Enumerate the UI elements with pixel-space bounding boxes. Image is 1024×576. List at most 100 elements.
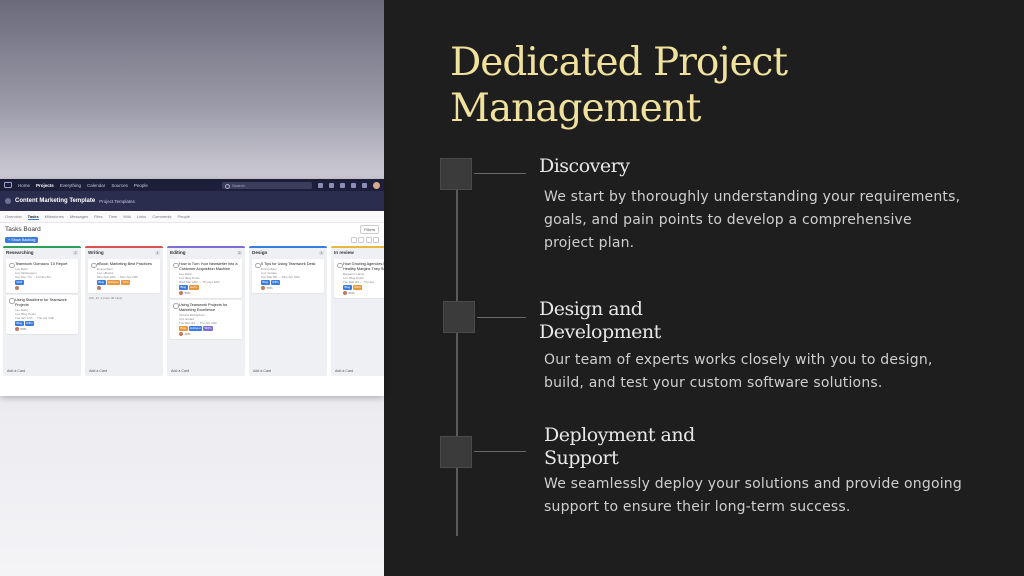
step-title-discovery: Discovery bbox=[539, 155, 630, 177]
task-tag[interactable]: WIPo bbox=[270, 280, 281, 285]
app-screenshot: Home Projects Everything Calendar Source… bbox=[0, 179, 384, 396]
timeline-connector bbox=[474, 451, 526, 452]
left-panel: Home Projects Everything Calendar Source… bbox=[0, 0, 384, 576]
add-card-button[interactable]: Add a Card bbox=[171, 369, 189, 373]
project-bar: Content Marketing Template Project Templ… bbox=[0, 191, 384, 211]
tab-overview[interactable]: Overview bbox=[5, 214, 22, 219]
board-column: In review1 How Growing Agencies Maintain … bbox=[331, 246, 384, 376]
task-footer bbox=[9, 285, 75, 290]
board-column: Design 1 5 Tips for Using Teamwork Desk Em… bbox=[249, 246, 327, 376]
tab-messages[interactable]: Messages bbox=[70, 214, 88, 219]
add-card-button[interactable]: Add a Card bbox=[253, 369, 271, 373]
timeline-line bbox=[456, 158, 458, 536]
bell-icon[interactable] bbox=[351, 182, 356, 188]
column-count-badge: 1 bbox=[319, 250, 324, 255]
task-tag[interactable]: WIPo bbox=[24, 320, 35, 326]
top-nav: Home Projects Everything Calendar Source… bbox=[0, 179, 384, 191]
more-icon[interactable] bbox=[373, 236, 379, 243]
column-header: Writing 1 bbox=[85, 248, 163, 257]
task-tag[interactable]: Blog bbox=[261, 280, 270, 285]
task-dates: Sun Dec 7th → Fri Nov 8th bbox=[15, 275, 51, 279]
task-title[interactable]: How to Turn Your Newsletter into a Custo… bbox=[173, 262, 239, 272]
add-card-button[interactable]: Add a Card bbox=[335, 369, 353, 373]
task-dates: Wed Mar 18th → Thu Apr 18th bbox=[179, 280, 220, 284]
folder-icon[interactable] bbox=[329, 182, 334, 188]
grid-icon[interactable] bbox=[362, 182, 367, 188]
task-card[interactable]: Using Teamwork Projects for Marketing Ex… bbox=[170, 299, 242, 339]
task-title[interactable]: eBook: Marketing Best Practices bbox=[91, 262, 157, 269]
column-name: Editing bbox=[170, 250, 186, 255]
task-tag[interactable]: Blog bbox=[15, 320, 24, 326]
tab-people[interactable]: People bbox=[178, 214, 190, 219]
task-progress: 70% bbox=[266, 285, 273, 290]
task-card[interactable]: Using Stackform for Teamwork Projects Le… bbox=[6, 294, 78, 334]
tab-time[interactable]: Time bbox=[109, 214, 118, 219]
assignee-avatar bbox=[15, 285, 19, 290]
task-card[interactable]: Teamwork Gomacro '10 Report Lee Rahn Lis… bbox=[6, 259, 78, 293]
show-backlog-button[interactable]: + Show Backlog bbox=[5, 236, 39, 243]
column-count-badge: 2 bbox=[237, 250, 242, 255]
page-title: Dedicated Project Management bbox=[450, 40, 850, 132]
nav-sources[interactable]: Sources bbox=[111, 183, 128, 188]
task-tag[interactable]: Blog bbox=[343, 285, 352, 290]
task-title[interactable]: Using Stackform for Teamwork Projects bbox=[9, 298, 75, 308]
project-subtitle[interactable]: Project Templates bbox=[99, 199, 135, 204]
nav-calendar[interactable]: Calendar bbox=[87, 183, 105, 188]
assignee-avatar bbox=[97, 285, 101, 290]
task-tag[interactable]: WIPo bbox=[352, 285, 363, 290]
task-title[interactable]: Teamwork Gomacro '10 Report bbox=[9, 262, 75, 269]
task-dates: Tue Jan 17th → Thu Apr 24th bbox=[15, 315, 55, 320]
task-progress: 10% bbox=[184, 331, 191, 336]
tab-comments[interactable]: Comments bbox=[152, 214, 171, 219]
board-title: Tasks Board bbox=[5, 225, 41, 233]
task-footer: 10% bbox=[173, 331, 239, 336]
add-card-button[interactable]: Add a Card bbox=[89, 369, 107, 373]
tab-wiki[interactable]: Wiki bbox=[123, 214, 131, 219]
task-footer: 60% bbox=[9, 326, 75, 331]
column-count-badge: 1 bbox=[155, 250, 160, 255]
filters-button[interactable]: Filters bbox=[360, 224, 379, 234]
search-input[interactable]: Search bbox=[222, 181, 312, 189]
board-header: Tasks Board Filters bbox=[0, 223, 384, 235]
task-progress: 60% bbox=[20, 326, 27, 331]
task-tag[interactable]: Blog bbox=[179, 325, 188, 331]
tab-milestones[interactable]: Milestones bbox=[45, 214, 64, 219]
step-title-design-line1: Design and bbox=[539, 298, 643, 320]
column-name: Researching bbox=[6, 250, 34, 255]
tab-files[interactable]: Files bbox=[94, 214, 102, 219]
list-view-icon[interactable] bbox=[350, 236, 357, 243]
nav-home[interactable]: Home bbox=[18, 183, 30, 188]
timeline-connector bbox=[477, 317, 526, 318]
assignee-avatar bbox=[343, 290, 347, 295]
task-card[interactable]: eBook: Marketing Best Practices Emma Bae… bbox=[88, 259, 160, 293]
task-tag[interactable]: Hubspot bbox=[188, 325, 203, 331]
user-avatar[interactable] bbox=[373, 181, 380, 189]
tab-links[interactable]: Links bbox=[137, 214, 146, 219]
settings-icon[interactable] bbox=[365, 236, 372, 243]
task-card[interactable]: How to Turn Your Newsletter into a Custo… bbox=[170, 259, 242, 298]
task-tag[interactable]: Hubspot bbox=[106, 280, 121, 285]
assignee-avatar bbox=[15, 326, 19, 331]
task-tag[interactable]: Blog bbox=[179, 285, 188, 290]
task-title[interactable]: How Growing Agencies Maintain Healthy Ma… bbox=[337, 262, 384, 272]
add-card-button[interactable]: Add a Card bbox=[7, 369, 25, 373]
timer-icon[interactable] bbox=[340, 182, 345, 188]
step-body-design: Our team of experts works closely with y… bbox=[544, 352, 933, 391]
task-tag[interactable]: TiTle bbox=[121, 280, 131, 285]
task-title[interactable]: 5 Tips for Using Teamwork Desk bbox=[255, 262, 321, 269]
task-card[interactable]: How Growing Agencies Maintain Healthy Ma… bbox=[334, 259, 384, 298]
tab-tasks[interactable]: Tasks bbox=[27, 214, 39, 220]
task-progress: 50% bbox=[184, 290, 191, 295]
task-tag[interactable]: Blog bbox=[97, 280, 106, 285]
task-tag[interactable]: WIPo bbox=[203, 325, 213, 331]
nav-projects[interactable]: Projects bbox=[36, 183, 54, 188]
board-view-icon[interactable] bbox=[358, 236, 364, 243]
task-title[interactable]: Using Teamwork Projects for Marketing Ex… bbox=[173, 303, 239, 313]
task-card[interactable]: 5 Tips for Using Teamwork Desk Emma Baer… bbox=[252, 259, 324, 293]
add-icon[interactable] bbox=[318, 182, 323, 188]
task-tags: Blog WIPo bbox=[337, 285, 384, 290]
nav-people[interactable]: People bbox=[134, 183, 148, 188]
task-tag[interactable]: GoTu bbox=[188, 285, 199, 290]
nav-everything[interactable]: Everything bbox=[60, 183, 81, 188]
task-tag[interactable]: Writi bbox=[15, 280, 24, 285]
